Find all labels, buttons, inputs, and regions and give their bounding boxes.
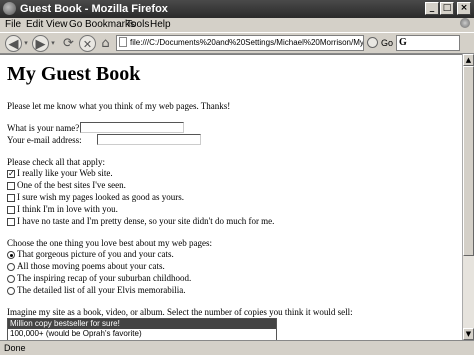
minimize-button[interactable]: _ — [425, 2, 439, 15]
forward-dropdown-icon[interactable]: ▾ — [49, 35, 57, 52]
menu-view[interactable]: View — [46, 19, 68, 30]
email-label: Your e-mail address: — [7, 135, 82, 145]
copies-listbox[interactable]: Million copy bestseller for sure! 100,00… — [7, 318, 277, 340]
checks-prompt: Please check all that apply: — [7, 157, 105, 167]
select-prompt: Imagine my site as a book, video, or alb… — [7, 307, 353, 317]
home-icon[interactable]: ⌂ — [97, 35, 114, 52]
email-field[interactable] — [97, 134, 201, 145]
status-bar: Done — [0, 340, 474, 355]
checkbox-label: One of the best sites I've seen. — [17, 180, 126, 190]
intro-text: Please let me know what you think of my … — [7, 101, 231, 111]
radio-moving-poems[interactable] — [7, 263, 15, 271]
page-icon — [119, 37, 127, 47]
search-box[interactable]: G — [396, 35, 460, 51]
status-text: Done — [4, 343, 26, 353]
forward-icon[interactable]: ▶ — [32, 35, 49, 52]
menu-bar: File Edit View Go Bookmarks Tools Help — [0, 18, 474, 32]
radio-elvis-memorabilia[interactable] — [7, 287, 15, 295]
radio-prompt: Choose the one thing you love best about… — [7, 238, 212, 248]
scroll-thumb[interactable] — [463, 66, 474, 256]
back-icon[interactable]: ◀ — [5, 35, 22, 52]
vertical-scrollbar[interactable]: ▲ ▼ — [462, 54, 474, 340]
listbox-option[interactable]: 100,000+ (would be Oprah's favorite) — [8, 329, 276, 339]
checkbox-best-sites[interactable] — [7, 182, 15, 190]
go-icon[interactable] — [367, 37, 378, 48]
go-button[interactable]: Go — [381, 38, 393, 48]
back-dropdown-icon[interactable]: ▾ — [22, 35, 30, 52]
checkbox-in-love[interactable] — [7, 206, 15, 214]
menu-edit[interactable]: Edit — [26, 19, 43, 30]
menu-file[interactable]: File — [5, 19, 21, 30]
scroll-down-icon[interactable]: ▼ — [463, 328, 474, 340]
firefox-icon — [3, 2, 16, 15]
checkbox-label: I really like your Web site. — [17, 168, 113, 178]
window-title: Guest Book - Mozilla Firefox — [20, 3, 168, 15]
checkbox-wish-pages[interactable] — [7, 194, 15, 202]
reload-icon[interactable]: ⟳ — [60, 35, 77, 52]
checkbox-no-taste[interactable] — [7, 218, 15, 226]
page-title: My Guest Book — [7, 63, 141, 85]
url-text: file:///C:/Documents%20and%20Settings/Mi… — [130, 38, 364, 47]
menu-help[interactable]: Help — [150, 19, 171, 30]
throbber-icon — [460, 18, 470, 28]
menu-tools[interactable]: Tools — [126, 19, 149, 30]
checkbox-label: I think I'm in love with you. — [17, 204, 118, 214]
address-bar[interactable]: file:///C:/Documents%20and%20Settings/Mi… — [116, 35, 364, 51]
checkbox-like-site[interactable]: ✓ — [7, 170, 15, 178]
radio-label: The inspiring recap of your suburban chi… — [17, 273, 192, 283]
radio-label: All those moving poems about your cats. — [17, 261, 165, 271]
menu-go[interactable]: Go — [69, 19, 82, 30]
scroll-up-icon[interactable]: ▲ — [463, 54, 474, 66]
maximize-button[interactable]: □ — [440, 2, 454, 15]
title-bar: Guest Book - Mozilla Firefox _ □ × — [0, 0, 474, 18]
close-button[interactable]: × — [457, 2, 471, 15]
radio-suburban-childhood[interactable] — [7, 275, 15, 283]
name-label: What is your name? — [7, 123, 80, 133]
radio-label: The detailed list of all your Elvis memo… — [17, 285, 186, 295]
google-icon: G — [399, 37, 407, 48]
checkbox-label: I sure wish my pages looked as good as y… — [17, 192, 184, 202]
radio-label: That gorgeous picture of you and your ca… — [17, 249, 174, 259]
stop-icon[interactable]: ✕ — [79, 35, 96, 52]
name-field[interactable] — [80, 122, 184, 133]
listbox-option[interactable]: Million copy bestseller for sure! — [8, 319, 276, 329]
page-content: My Guest Book Please let me know what yo… — [0, 54, 462, 340]
radio-gorgeous-picture[interactable] — [7, 251, 15, 259]
checkbox-label: I have no taste and I'm pretty dense, so… — [17, 216, 275, 226]
